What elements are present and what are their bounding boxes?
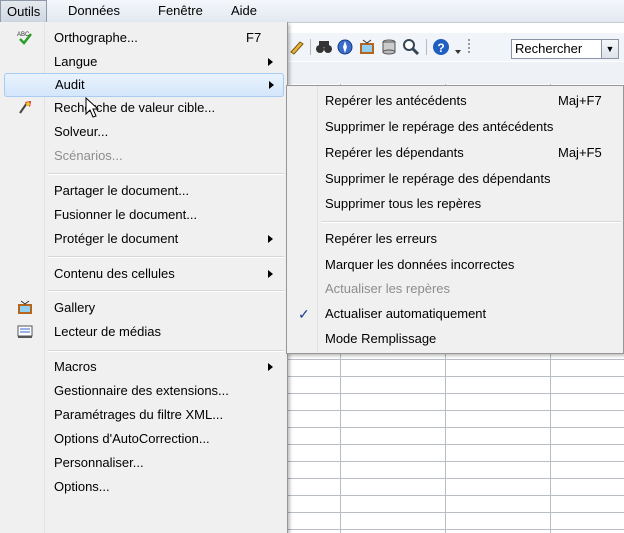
menu-separator xyxy=(48,256,284,258)
media-player-icon xyxy=(17,323,33,339)
menu-item-gestionnaire-extensions[interactable]: Gestionnaire des extensions... xyxy=(0,379,285,403)
svg-text:?: ? xyxy=(437,41,444,55)
menu-bar: Outils Données Fenêtre Aide xyxy=(0,0,624,23)
datasource-icon[interactable] xyxy=(380,38,398,56)
menubar-donnees[interactable]: Données xyxy=(62,0,126,22)
menu-separator xyxy=(48,350,284,352)
help-icon[interactable]: ? xyxy=(432,38,450,56)
toolbar-separator xyxy=(310,39,311,55)
menu-item-filtre-xml[interactable]: Paramétrages du filtre XML... xyxy=(0,403,285,427)
menu-item-lecteur-medias[interactable]: Lecteur de médias xyxy=(0,320,285,344)
outils-menu: ABC Orthographe... F7 Langue Audit Reche… xyxy=(0,22,288,533)
menu-item-proteger-document[interactable]: Protéger le document xyxy=(0,227,285,251)
submenu-arrow-icon xyxy=(268,235,273,243)
submenu-item-mode-remplissage[interactable]: Mode Remplissage xyxy=(287,327,623,351)
menu-item-recherche-valeur-cible[interactable]: Recherche de valeur cible... xyxy=(0,96,285,120)
submenu-item-supprimer-reperage-antecedents[interactable]: Supprimer le repérage des antécédents xyxy=(287,115,623,139)
submenu-item-actualiser-reperes[interactable]: Actualiser les repères xyxy=(287,277,623,301)
navigator-icon[interactable] xyxy=(336,38,354,56)
find-replace-icon[interactable] xyxy=(315,38,333,56)
menubar-aide[interactable]: Aide xyxy=(225,0,263,22)
toolbar-grip[interactable] xyxy=(468,39,470,55)
menu-item-contenu-cellules[interactable]: Contenu des cellules xyxy=(0,262,285,286)
toolbar-separator xyxy=(426,39,427,55)
submenu-arrow-icon xyxy=(269,81,274,89)
menu-separator xyxy=(48,290,284,292)
menu-item-fusionner-document[interactable]: Fusionner le document... xyxy=(0,203,285,227)
submenu-item-reperer-dependants[interactable]: Repérer les dépendants Maj+F5 xyxy=(287,141,623,165)
goal-seek-icon xyxy=(17,99,33,115)
mouse-pointer-icon xyxy=(85,96,101,119)
submenu-arrow-icon xyxy=(268,58,273,66)
submenu-item-supprimer-tous-reperes[interactable]: Supprimer tous les repères xyxy=(287,192,623,216)
formatting-toolbar xyxy=(288,62,624,84)
submenu-item-marquer-donnees-incorrectes[interactable]: Marquer les données incorrectes xyxy=(287,253,623,277)
submenu-arrow-icon xyxy=(268,270,273,278)
menu-item-orthographe[interactable]: ABC Orthographe... F7 xyxy=(0,26,285,50)
submenu-item-supprimer-reperage-dependants[interactable]: Supprimer le repérage des dépendants xyxy=(287,167,623,191)
submenu-item-actualiser-automatiquement[interactable]: ✓ Actualiser automatiquement xyxy=(287,302,623,326)
menu-item-autocorrection[interactable]: Options d'AutoCorrection... xyxy=(0,427,285,451)
submenu-item-reperer-erreurs[interactable]: Repérer les erreurs xyxy=(287,227,623,251)
standard-toolbar: ? Rechercher ▼ xyxy=(288,33,624,61)
menu-item-personnaliser[interactable]: Personnaliser... xyxy=(0,451,285,475)
menu-item-macros[interactable]: Macros xyxy=(0,355,285,379)
chevron-down-icon[interactable]: ▼ xyxy=(601,40,618,58)
search-input[interactable]: Rechercher xyxy=(515,41,582,56)
spellcheck-icon: ABC xyxy=(17,29,33,45)
menu-item-scenarios[interactable]: Scénarios... xyxy=(0,144,285,168)
menu-item-partager-document[interactable]: Partager le document... xyxy=(0,179,285,203)
menu-item-solveur[interactable]: Solveur... xyxy=(0,120,285,144)
draw-icon[interactable] xyxy=(288,38,306,56)
menubar-outils[interactable]: Outils xyxy=(0,0,48,22)
menubar-fenetre[interactable]: Fenêtre xyxy=(152,0,209,22)
zoom-icon[interactable] xyxy=(402,38,420,56)
menu-separator xyxy=(48,173,284,175)
search-field[interactable]: Rechercher ▼ xyxy=(511,39,619,59)
submenu-arrow-icon xyxy=(268,363,273,371)
checkmark-icon: ✓ xyxy=(298,306,310,322)
toolbar-options-icon[interactable] xyxy=(454,38,462,56)
submenu-separator xyxy=(321,221,621,223)
menu-item-audit[interactable]: Audit xyxy=(4,73,284,97)
menu-item-gallery[interactable]: Gallery xyxy=(0,296,285,320)
gallery-icon xyxy=(17,299,33,315)
submenu-item-reperer-antecedents[interactable]: Repérer les antécédents Maj+F7 xyxy=(287,89,623,113)
gallery-icon[interactable] xyxy=(358,38,376,56)
menu-item-langue[interactable]: Langue xyxy=(0,50,285,74)
menu-item-options[interactable]: Options... xyxy=(0,475,285,499)
audit-submenu: Repérer les antécédents Maj+F7 Supprimer… xyxy=(286,85,624,354)
